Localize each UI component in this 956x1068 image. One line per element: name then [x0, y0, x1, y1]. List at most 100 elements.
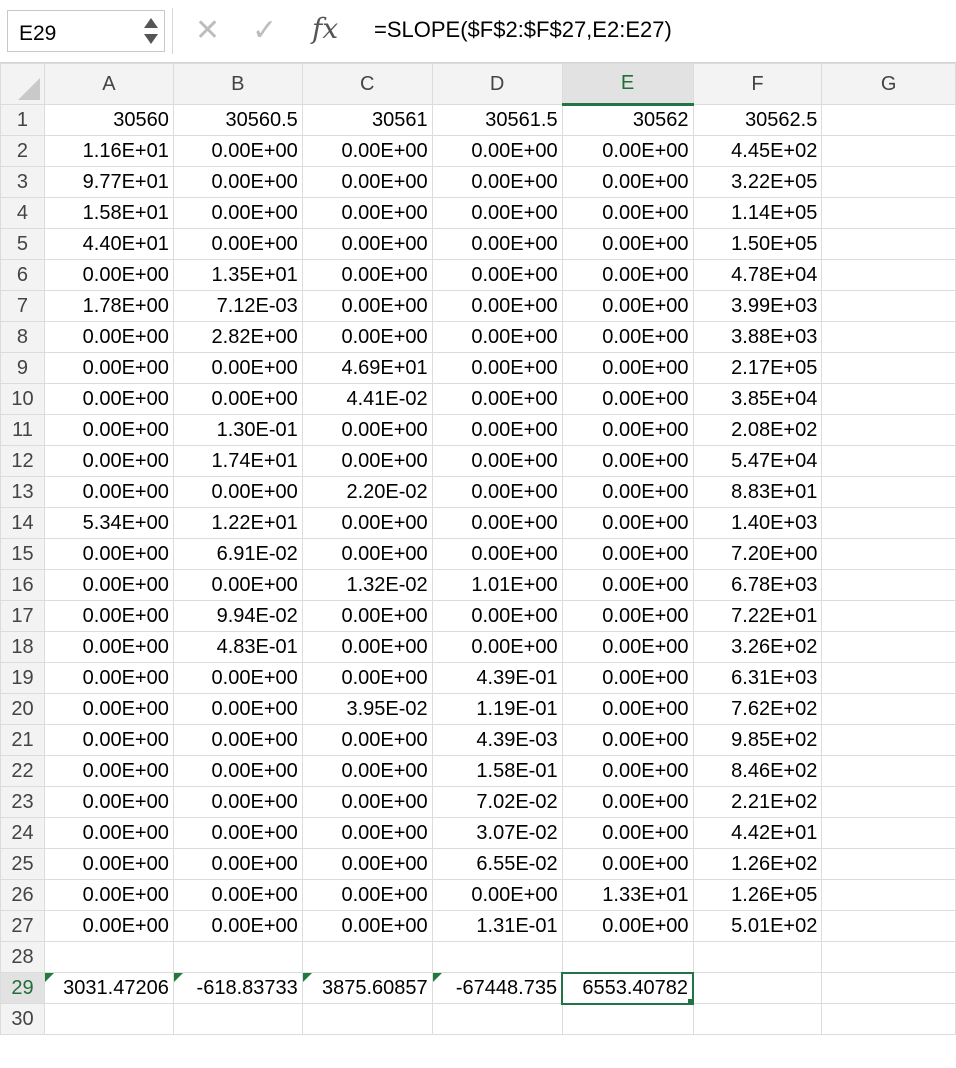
row-header-19[interactable]: 19	[0, 662, 45, 694]
cell-b25[interactable]: 0.00E+00	[172, 848, 303, 880]
cell-e25[interactable]: 0.00E+00	[561, 848, 694, 880]
cell-f29[interactable]	[692, 972, 823, 1004]
column-header-f[interactable]: F	[692, 63, 823, 105]
cell-d10[interactable]: 0.00E+00	[431, 383, 563, 415]
cell-g12[interactable]	[821, 445, 956, 477]
cell-g11[interactable]	[821, 414, 956, 446]
cell-c1[interactable]: 30561	[301, 104, 433, 136]
cell-e7[interactable]: 0.00E+00	[561, 290, 694, 322]
cell-c2[interactable]: 0.00E+00	[301, 135, 433, 167]
cell-c8[interactable]: 0.00E+00	[301, 321, 433, 353]
cell-d8[interactable]: 0.00E+00	[431, 321, 563, 353]
cell-d29[interactable]: -67448.735	[431, 972, 563, 1004]
cell-d3[interactable]: 0.00E+00	[431, 166, 563, 198]
cell-g18[interactable]	[821, 631, 956, 663]
cell-c15[interactable]: 0.00E+00	[301, 538, 433, 570]
cell-g5[interactable]	[821, 228, 956, 260]
cell-d27[interactable]: 1.31E-01	[431, 910, 563, 942]
cell-g23[interactable]	[821, 786, 956, 818]
cell-g28[interactable]	[821, 941, 956, 973]
cell-c14[interactable]: 0.00E+00	[301, 507, 433, 539]
cell-a27[interactable]: 0.00E+00	[43, 910, 174, 942]
cell-b8[interactable]: 2.82E+00	[172, 321, 303, 353]
cell-a23[interactable]: 0.00E+00	[43, 786, 174, 818]
column-header-a[interactable]: A	[43, 63, 174, 105]
cell-f9[interactable]: 2.17E+05	[692, 352, 823, 384]
cell-e21[interactable]: 0.00E+00	[561, 724, 694, 756]
cell-b5[interactable]: 0.00E+00	[172, 228, 303, 260]
cell-d7[interactable]: 0.00E+00	[431, 290, 563, 322]
cell-d22[interactable]: 1.58E-01	[431, 755, 563, 787]
cell-e10[interactable]: 0.00E+00	[561, 383, 694, 415]
cell-a24[interactable]: 0.00E+00	[43, 817, 174, 849]
row-header-3[interactable]: 3	[0, 166, 45, 198]
enter-icon[interactable]: ✓	[252, 13, 277, 49]
cell-b30[interactable]	[172, 1003, 303, 1035]
fill-handle[interactable]	[687, 997, 692, 1002]
cell-d15[interactable]: 0.00E+00	[431, 538, 563, 570]
cell-c7[interactable]: 0.00E+00	[301, 290, 433, 322]
row-header-26[interactable]: 26	[0, 879, 45, 911]
cell-f15[interactable]: 7.20E+00	[692, 538, 823, 570]
column-header-c[interactable]: C	[301, 63, 433, 105]
cell-f7[interactable]: 3.99E+03	[692, 290, 823, 322]
cell-g29[interactable]	[821, 972, 956, 1004]
cell-f6[interactable]: 4.78E+04	[692, 259, 823, 291]
column-header-b[interactable]: B	[172, 63, 303, 105]
cell-a3[interactable]: 9.77E+01	[43, 166, 174, 198]
cell-f1[interactable]: 30562.5	[692, 104, 823, 136]
row-header-28[interactable]: 28	[0, 941, 45, 973]
row-header-9[interactable]: 9	[0, 352, 45, 384]
row-header-21[interactable]: 21	[0, 724, 45, 756]
cell-d11[interactable]: 0.00E+00	[431, 414, 563, 446]
cell-f28[interactable]	[692, 941, 823, 973]
cancel-icon[interactable]: ✕	[195, 13, 220, 49]
cell-a28[interactable]	[43, 941, 174, 973]
cell-f13[interactable]: 8.83E+01	[692, 476, 823, 508]
cell-f16[interactable]: 6.78E+03	[692, 569, 823, 601]
row-header-30[interactable]: 30	[0, 1003, 45, 1035]
row-header-5[interactable]: 5	[0, 228, 45, 260]
cell-b20[interactable]: 0.00E+00	[172, 693, 303, 725]
cell-g13[interactable]	[821, 476, 956, 508]
cell-a21[interactable]: 0.00E+00	[43, 724, 174, 756]
cell-c16[interactable]: 1.32E-02	[301, 569, 433, 601]
cell-b7[interactable]: 7.12E-03	[172, 290, 303, 322]
cell-b2[interactable]: 0.00E+00	[172, 135, 303, 167]
row-header-27[interactable]: 27	[0, 910, 45, 942]
row-header-20[interactable]: 20	[0, 693, 45, 725]
row-header-18[interactable]: 18	[0, 631, 45, 663]
cell-f20[interactable]: 7.62E+02	[692, 693, 823, 725]
cell-g9[interactable]	[821, 352, 956, 384]
row-header-10[interactable]: 10	[0, 383, 45, 415]
formula-input[interactable]: =SLOPE($F$2:$F$27,E2:E27)	[374, 17, 672, 43]
cell-e28[interactable]	[561, 941, 694, 973]
cell-d18[interactable]: 0.00E+00	[431, 631, 563, 663]
cell-g25[interactable]	[821, 848, 956, 880]
cell-a4[interactable]: 1.58E+01	[43, 197, 174, 229]
cell-b23[interactable]: 0.00E+00	[172, 786, 303, 818]
row-header-8[interactable]: 8	[0, 321, 45, 353]
row-header-29[interactable]: 29	[0, 972, 45, 1004]
cell-g6[interactable]	[821, 259, 956, 291]
row-header-16[interactable]: 16	[0, 569, 45, 601]
cell-a15[interactable]: 0.00E+00	[43, 538, 174, 570]
cell-b16[interactable]: 0.00E+00	[172, 569, 303, 601]
cell-b3[interactable]: 0.00E+00	[172, 166, 303, 198]
cell-b1[interactable]: 30560.5	[172, 104, 303, 136]
cell-e6[interactable]: 0.00E+00	[561, 259, 694, 291]
cell-b22[interactable]: 0.00E+00	[172, 755, 303, 787]
cell-d16[interactable]: 1.01E+00	[431, 569, 563, 601]
cell-d6[interactable]: 0.00E+00	[431, 259, 563, 291]
row-header-17[interactable]: 17	[0, 600, 45, 632]
cell-b15[interactable]: 6.91E-02	[172, 538, 303, 570]
cell-g27[interactable]	[821, 910, 956, 942]
cell-e8[interactable]: 0.00E+00	[561, 321, 694, 353]
cell-e13[interactable]: 0.00E+00	[561, 476, 694, 508]
cell-d23[interactable]: 7.02E-02	[431, 786, 563, 818]
cell-f21[interactable]: 9.85E+02	[692, 724, 823, 756]
cell-c28[interactable]	[301, 941, 433, 973]
cell-c24[interactable]: 0.00E+00	[301, 817, 433, 849]
cell-f27[interactable]: 5.01E+02	[692, 910, 823, 942]
cell-f12[interactable]: 5.47E+04	[692, 445, 823, 477]
